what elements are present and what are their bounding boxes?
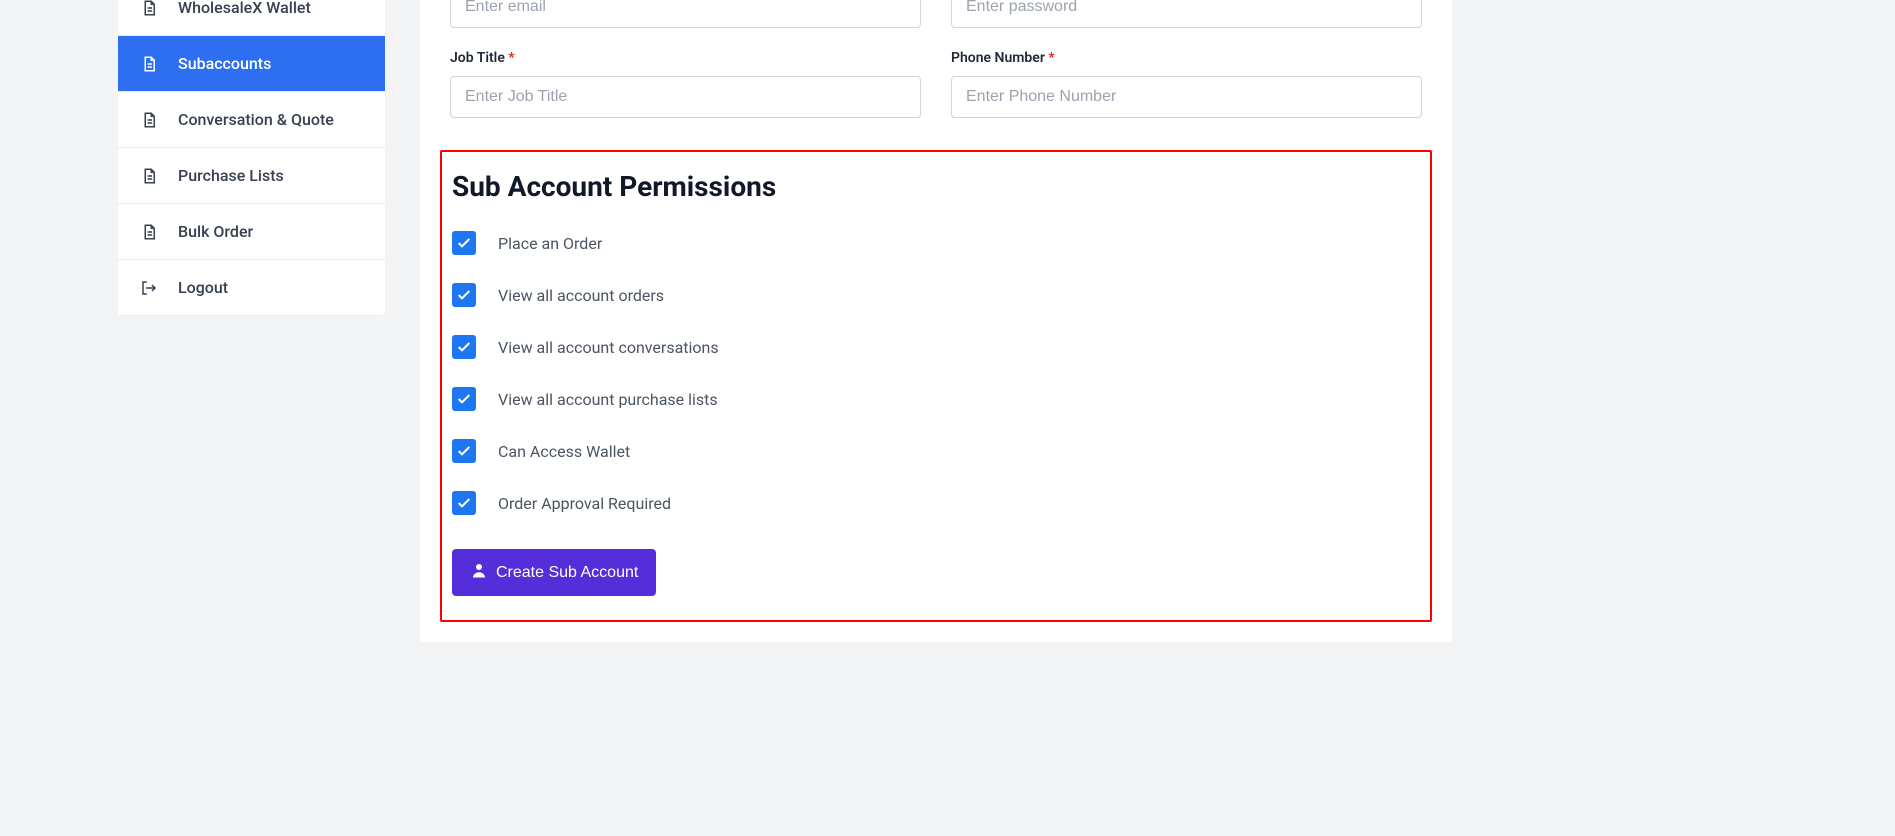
job-title-label: Job Title * [450,50,921,66]
sidebar: WholesaleX Wallet Subaccounts Conversati… [118,0,385,316]
job-title-label-text: Job Title [450,50,505,66]
checkbox-access-wallet[interactable] [452,439,476,463]
document-icon [140,111,158,129]
form-group-password: Password [951,0,1422,28]
create-subaccount-button[interactable]: Create Sub Account [452,549,656,596]
phone-label-text: Phone Number [951,50,1045,66]
permission-row: Can Access Wallet [452,439,1420,463]
checkbox-view-conversations[interactable] [452,335,476,359]
phone-field[interactable] [951,76,1422,118]
permission-label: View all account orders [498,286,664,305]
phone-label: Phone Number * [951,50,1422,66]
checkbox-place-order[interactable] [452,231,476,255]
required-mark: * [1048,50,1054,66]
form-group-job-title: Job Title * [450,50,921,118]
permission-row: Order Approval Required [452,491,1420,515]
document-icon [140,0,158,17]
permission-row: View all account orders [452,283,1420,307]
main-panel: Email Password Job Title * Phone Number … [420,0,1452,642]
permission-label: Can Access Wallet [498,442,630,461]
sidebar-item-purchase-lists[interactable]: Purchase Lists [118,148,385,204]
form-group-email: Email [450,0,921,28]
sidebar-item-conversation[interactable]: Conversation & Quote [118,92,385,148]
permission-label: View all account conversations [498,338,719,357]
document-icon [140,55,158,73]
document-icon [140,223,158,241]
sidebar-item-label: Purchase Lists [178,166,284,185]
permission-label: Order Approval Required [498,494,671,513]
sidebar-item-wallet[interactable]: WholesaleX Wallet [118,0,385,36]
permission-row: View all account purchase lists [452,387,1420,411]
checkbox-view-orders[interactable] [452,283,476,307]
password-field[interactable] [951,0,1422,28]
job-title-field[interactable] [450,76,921,118]
checkbox-order-approval[interactable] [452,491,476,515]
sidebar-item-subaccounts[interactable]: Subaccounts [118,36,385,92]
permission-row: Place an Order [452,231,1420,255]
checkbox-view-purchase-lists[interactable] [452,387,476,411]
logout-icon [140,279,158,297]
document-icon [140,167,158,185]
sidebar-item-logout[interactable]: Logout [118,260,385,316]
sidebar-item-label: Subaccounts [178,54,271,73]
permission-row: View all account conversations [452,335,1420,359]
create-button-label: Create Sub Account [496,564,638,582]
sidebar-item-label: WholesaleX Wallet [178,0,311,17]
sidebar-item-bulk-order[interactable]: Bulk Order [118,204,385,260]
sidebar-item-label: Logout [178,278,228,297]
sidebar-item-label: Bulk Order [178,222,253,241]
user-plus-icon [470,561,488,584]
required-mark: * [508,50,514,66]
sidebar-item-label: Conversation & Quote [178,110,334,129]
permission-label: Place an Order [498,234,602,253]
email-field[interactable] [450,0,921,28]
permissions-section: Sub Account Permissions Place an Order V… [440,150,1432,622]
form-group-phone: Phone Number * [951,50,1422,118]
permissions-heading: Sub Account Permissions [452,170,1420,203]
permission-label: View all account purchase lists [498,390,718,409]
